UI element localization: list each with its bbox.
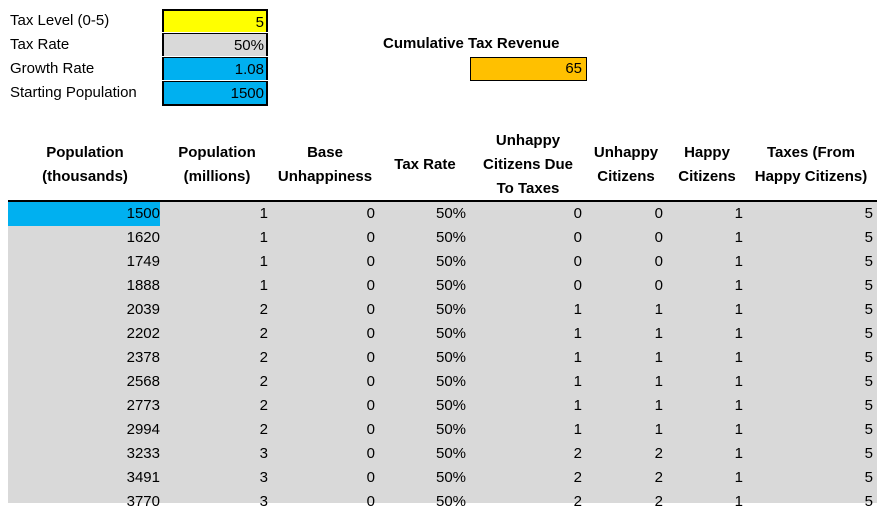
starting-population-input[interactable]: 1500 <box>162 81 268 106</box>
header-line: Citizens Due <box>482 156 573 173</box>
tax-level-label: Tax Level (0-5) <box>10 12 110 29</box>
header-unhappy-citizens[interactable]: Unhappy Citizens <box>585 130 667 200</box>
header-line: Unhappy <box>593 144 659 161</box>
table-row: 2773 2 0 50% 1 1 1 5 <box>8 394 877 418</box>
tax-rate-label: Tax Rate <box>10 36 70 53</box>
taxes-cell[interactable]: 5 <box>8 490 873 514</box>
taxes-cell[interactable]: 5 <box>8 250 873 274</box>
header-line: (thousands) <box>42 168 128 185</box>
tax-rate-cell[interactable]: 50% <box>162 33 268 56</box>
table-row: 2039 2 0 50% 1 1 1 5 <box>8 298 877 322</box>
table-row: 1500 1 0 50% 0 0 1 5 <box>8 202 877 226</box>
header-line: Citizens <box>597 168 655 185</box>
header-text: Taxes (From Happy Citizens) <box>755 141 868 189</box>
starting-population-label: Starting Population <box>10 84 137 101</box>
header-text: Tax Rate <box>394 153 455 177</box>
header-text: Unhappy Citizens <box>594 141 658 189</box>
header-text: Happy Citizens <box>678 141 736 189</box>
table-row: 3233 3 0 50% 2 2 1 5 <box>8 442 877 466</box>
header-unhappy-due-to-taxes[interactable]: Unhappy Citizens Due To Taxes <box>478 130 578 200</box>
header-population-millions[interactable]: Population (millions) <box>168 130 266 200</box>
header-text: Unhappy Citizens Due To Taxes <box>483 129 573 201</box>
table-row: 2202 2 0 50% 1 1 1 5 <box>8 322 877 346</box>
cumulative-tax-revenue-label: Cumulative Tax Revenue <box>383 35 560 52</box>
taxes-cell[interactable]: 5 <box>8 418 873 442</box>
header-line: Citizens <box>678 168 736 185</box>
tax-level-input[interactable]: 5 <box>162 9 268 32</box>
taxes-cell[interactable]: 5 <box>8 346 873 370</box>
taxes-cell[interactable]: 5 <box>8 298 873 322</box>
taxes-cell[interactable]: 5 <box>8 226 873 250</box>
table-row: 3491 3 0 50% 2 2 1 5 <box>8 466 877 490</box>
header-line: Taxes (From <box>766 144 856 161</box>
table-row: 1749 1 0 50% 0 0 1 5 <box>8 250 877 274</box>
header-line: Population <box>46 144 124 161</box>
table-row: 1888 1 0 50% 0 0 1 5 <box>8 274 877 298</box>
header-line: Base <box>307 144 343 161</box>
header-line: Happy <box>684 144 730 161</box>
table-row: 3770 3 0 50% 2 2 1 5 <box>8 490 877 514</box>
growth-rate-input[interactable]: 1.08 <box>162 57 268 80</box>
header-line: To Taxes <box>496 180 560 197</box>
header-base-unhappiness[interactable]: Base Unhappiness <box>270 130 380 200</box>
taxes-cell[interactable]: 5 <box>8 322 873 346</box>
taxes-cell[interactable]: 5 <box>8 442 873 466</box>
table-row: 1620 1 0 50% 0 0 1 5 <box>8 226 877 250</box>
taxes-cell[interactable]: 5 <box>8 466 873 490</box>
header-line: Tax Rate <box>394 156 456 173</box>
taxes-cell[interactable]: 5 <box>8 370 873 394</box>
header-line: Happy Citizens) <box>754 168 868 185</box>
header-taxes-from-happy[interactable]: Taxes (From Happy Citizens) <box>750 130 872 200</box>
table-row: 2378 2 0 50% 1 1 1 5 <box>8 346 877 370</box>
header-population-thousands[interactable]: Population (thousands) <box>8 130 162 200</box>
header-tax-rate[interactable]: Tax Rate <box>386 130 464 200</box>
taxes-cell[interactable]: 5 <box>8 202 873 226</box>
growth-rate-label: Growth Rate <box>10 60 95 77</box>
header-text: Population (millions) <box>178 141 256 189</box>
header-line: (millions) <box>183 168 251 185</box>
table-row: 2994 2 0 50% 1 1 1 5 <box>8 418 877 442</box>
header-text: Population (thousands) <box>42 141 128 189</box>
taxes-cell[interactable]: 5 <box>8 394 873 418</box>
cumulative-tax-revenue-cell[interactable]: 65 <box>470 57 587 81</box>
header-text: Base Unhappiness <box>278 141 372 189</box>
taxes-cell[interactable]: 5 <box>8 274 873 298</box>
header-line: Population <box>178 144 256 161</box>
header-happy-citizens[interactable]: Happy Citizens <box>672 130 742 200</box>
table-row: 2568 2 0 50% 1 1 1 5 <box>8 370 877 394</box>
header-line: Unhappiness <box>277 168 373 185</box>
header-line: Unhappy <box>495 132 561 149</box>
